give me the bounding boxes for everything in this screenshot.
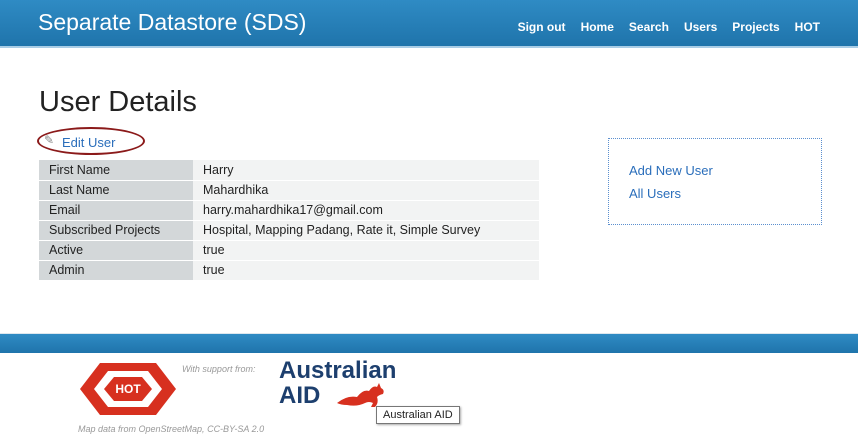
- detail-label: Subscribed Projects: [39, 220, 193, 241]
- detail-label: Admin: [39, 260, 193, 281]
- page-title: User Details: [39, 86, 197, 118]
- map-credit: Map data from OpenStreetMap, CC-BY-SA 2.…: [78, 424, 265, 434]
- table-row: Active true: [39, 240, 539, 261]
- table-row: Last Name Mahardhika: [39, 180, 539, 201]
- tooltip: Australian AID: [376, 406, 460, 424]
- user-actions-box: Add New User All Users: [608, 138, 822, 225]
- detail-value: harry.mahardhika17@gmail.com: [193, 200, 539, 221]
- aus-logo-line2: AID: [279, 382, 321, 409]
- edit-user-link[interactable]: Edit User: [62, 135, 115, 150]
- user-details-table: First Name Harry Last Name Mahardhika Em…: [39, 160, 539, 281]
- table-row: Email harry.mahardhika17@gmail.com: [39, 200, 539, 221]
- nav-home[interactable]: Home: [581, 20, 614, 34]
- brand-title[interactable]: Separate Datastore (SDS): [38, 9, 306, 36]
- detail-value: Mahardhika: [193, 180, 539, 201]
- table-row: Subscribed Projects Hospital, Mapping Pa…: [39, 220, 539, 241]
- nav-sign-out[interactable]: Sign out: [518, 20, 566, 34]
- detail-value: true: [193, 240, 539, 261]
- detail-label: Email: [39, 200, 193, 221]
- top-navbar: Separate Datastore (SDS) Sign out Home S…: [0, 0, 858, 48]
- kangaroo-icon: [337, 383, 384, 407]
- detail-value: true: [193, 260, 539, 281]
- australian-aid-logo[interactable]: Australian AID: [279, 357, 419, 409]
- detail-label: Active: [39, 240, 193, 261]
- edit-user-highlight: ✎ Edit User: [37, 127, 145, 155]
- detail-label: First Name: [39, 160, 193, 181]
- nav-menu: Sign out Home Search Users Projects HOT: [518, 20, 820, 34]
- detail-label: Last Name: [39, 180, 193, 201]
- detail-value: Hospital, Mapping Padang, Rate it, Simpl…: [193, 220, 539, 241]
- hot-logo[interactable]: HOT: [78, 361, 178, 417]
- nav-projects[interactable]: Projects: [732, 20, 779, 34]
- add-new-user-link[interactable]: Add New User: [629, 163, 713, 178]
- all-users-link[interactable]: All Users: [629, 186, 681, 201]
- footer-bar: [0, 333, 858, 353]
- table-row: Admin true: [39, 260, 539, 281]
- pencil-icon: ✎: [44, 133, 55, 147]
- support-text: With support from:: [182, 364, 256, 374]
- nav-hot[interactable]: HOT: [795, 20, 820, 34]
- hot-logo-text: HOT: [115, 382, 141, 396]
- nav-search[interactable]: Search: [629, 20, 669, 34]
- detail-value: Harry: [193, 160, 539, 181]
- table-row: First Name Harry: [39, 160, 539, 181]
- nav-users[interactable]: Users: [684, 20, 717, 34]
